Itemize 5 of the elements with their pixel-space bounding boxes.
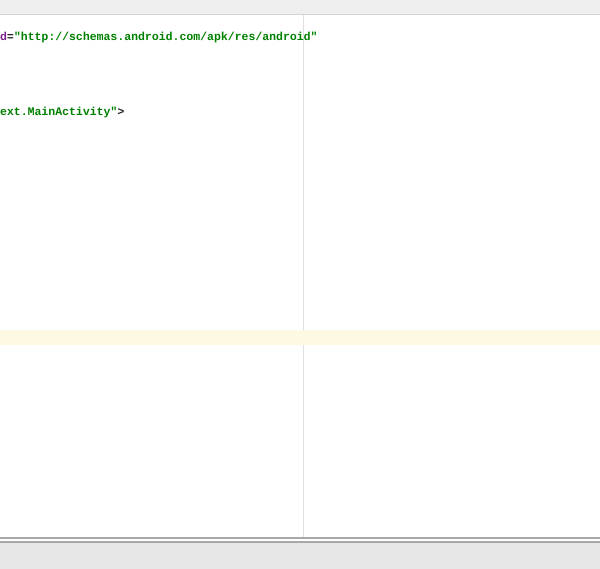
attribute-name: d (0, 31, 7, 44)
code-symbol: > (117, 106, 124, 119)
string-literal: "http://schemas.android.com/apk/res/android" (14, 31, 318, 44)
string-literal: ext.MainActivity" (0, 106, 118, 119)
code-symbol: = (6, 31, 14, 44)
